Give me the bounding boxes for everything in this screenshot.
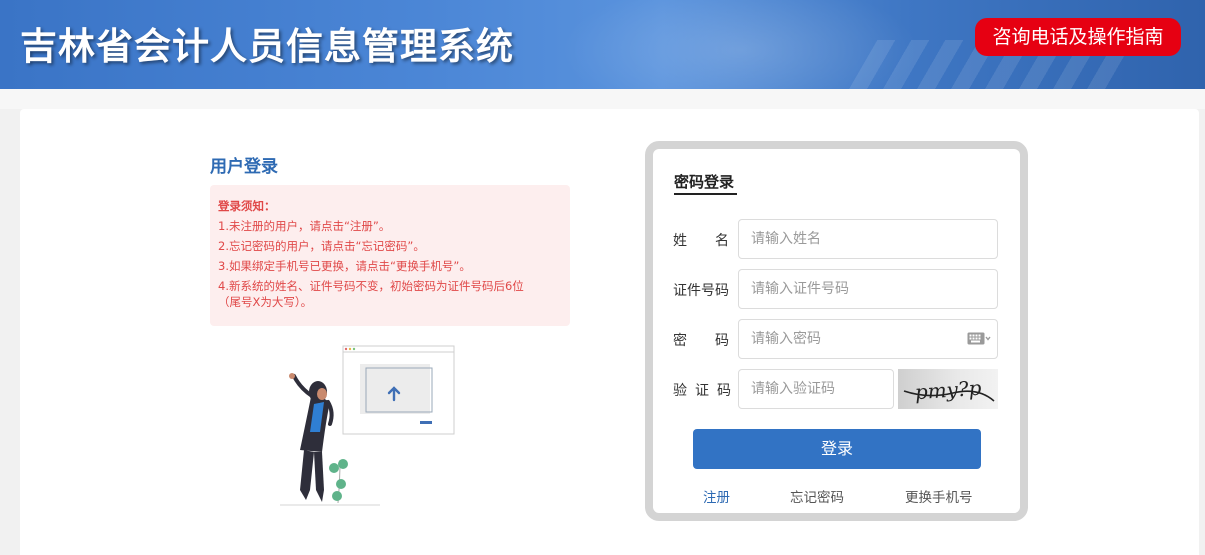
notice-item: 2.忘记密码的用户，请点击“忘记密码”。 bbox=[218, 239, 425, 253]
notice-item: （尾号X为大写）。 bbox=[218, 295, 313, 309]
section-title: 用户登录 bbox=[210, 157, 278, 177]
login-button[interactable]: 登录 bbox=[693, 429, 981, 469]
name-input[interactable] bbox=[738, 219, 998, 259]
id-number-label: 证件号码 bbox=[673, 283, 729, 299]
register-link[interactable]: 注册 bbox=[703, 486, 730, 506]
captcha-text: pmy?p bbox=[914, 376, 982, 405]
captcha-image[interactable]: pmy?p bbox=[898, 369, 998, 409]
site-title: 吉林省会计人员信息管理系统 bbox=[20, 25, 514, 68]
tab-active-indicator bbox=[674, 193, 737, 195]
header-banner: 吉林省会计人员信息管理系统 咨询电话及操作指南 bbox=[0, 0, 1205, 89]
login-notice: 登录须知： 1.未注册的用户，请点击“注册”。 2.忘记密码的用户，请点击“忘记… bbox=[210, 185, 570, 326]
forgot-password-link[interactable]: 忘记密码 bbox=[790, 486, 844, 506]
tab-password-login[interactable]: 密码登录 bbox=[674, 171, 734, 192]
id-number-input[interactable] bbox=[738, 269, 998, 309]
change-phone-link[interactable]: 更换手机号 bbox=[905, 486, 973, 506]
upload-illustration bbox=[280, 345, 455, 506]
notice-item: 3.如果绑定手机号已更换，请点击“更换手机号”。 bbox=[218, 259, 471, 273]
keyboard-icon[interactable] bbox=[967, 331, 991, 347]
captcha-label: 验证码 bbox=[673, 383, 739, 399]
guide-button[interactable]: 咨询电话及操作指南 bbox=[975, 18, 1181, 56]
password-input[interactable] bbox=[738, 319, 998, 359]
notice-title: 登录须知： bbox=[218, 199, 276, 213]
notice-item: 4.新系统的姓名、证件号码不变，初始密码为证件号码后6位 bbox=[218, 279, 524, 293]
captcha-input[interactable] bbox=[738, 369, 894, 409]
header-divider bbox=[0, 89, 1205, 109]
notice-item: 1.未注册的用户，请点击“注册”。 bbox=[218, 219, 391, 233]
